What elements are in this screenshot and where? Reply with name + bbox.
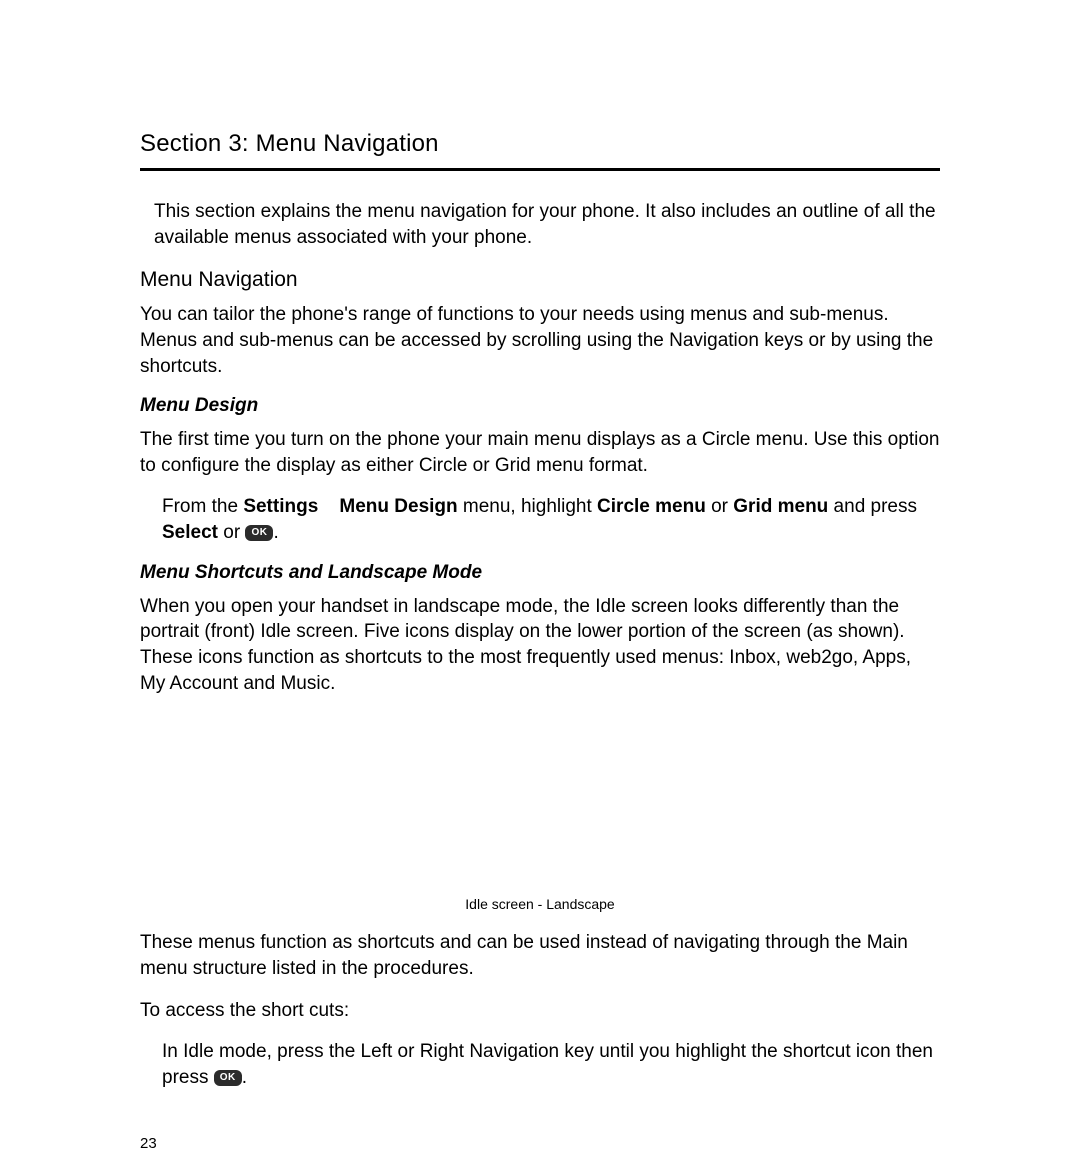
circle-menu-label: Circle menu xyxy=(597,496,706,517)
menu-shortcuts-heading: Menu Shortcuts and Landscape Mode xyxy=(140,562,940,584)
settings-label: Settings xyxy=(243,496,318,517)
grid-menu-label: Grid menu xyxy=(733,496,828,517)
menu-navigation-heading: Menu Navigation xyxy=(140,268,940,292)
intro-paragraph: This section explains the menu navigatio… xyxy=(154,199,940,250)
step-text: or xyxy=(218,522,245,543)
ok-icon: OK xyxy=(245,525,273,541)
page-number: 23 xyxy=(140,1135,940,1152)
figure-caption: Idle screen - Landscape xyxy=(140,896,940,912)
step-text: menu, highlight xyxy=(458,496,597,517)
shortcuts-paragraph-3: To access the short cuts: xyxy=(140,998,940,1024)
section-rule xyxy=(140,168,940,171)
step-gap xyxy=(318,496,339,517)
menu-design-heading: Menu Design xyxy=(140,395,940,417)
step-text: From the xyxy=(162,496,243,517)
step-text: or xyxy=(706,496,733,517)
menu-design-label: Menu Design xyxy=(339,496,457,517)
step-text: In Idle mode, press the Left or Right Na… xyxy=(162,1041,933,1088)
shortcuts-step: In Idle mode, press the Left or Right Na… xyxy=(162,1039,940,1090)
menu-navigation-paragraph: You can tailor the phone's range of func… xyxy=(140,302,940,379)
shortcuts-paragraph-2: These menus function as shortcuts and ca… xyxy=(140,930,940,981)
menu-design-paragraph: The first time you turn on the phone you… xyxy=(140,427,940,478)
section-title: Section 3: Menu Navigation xyxy=(140,130,940,158)
menu-shortcuts-paragraph: When you open your handset in landscape … xyxy=(140,594,940,697)
ok-icon: OK xyxy=(214,1070,242,1086)
step-text: and press xyxy=(828,496,917,517)
step-text: . xyxy=(273,522,278,543)
menu-design-step: From the Settings Menu Design menu, high… xyxy=(162,494,940,545)
select-label: Select xyxy=(162,522,218,543)
step-text: . xyxy=(242,1067,247,1088)
